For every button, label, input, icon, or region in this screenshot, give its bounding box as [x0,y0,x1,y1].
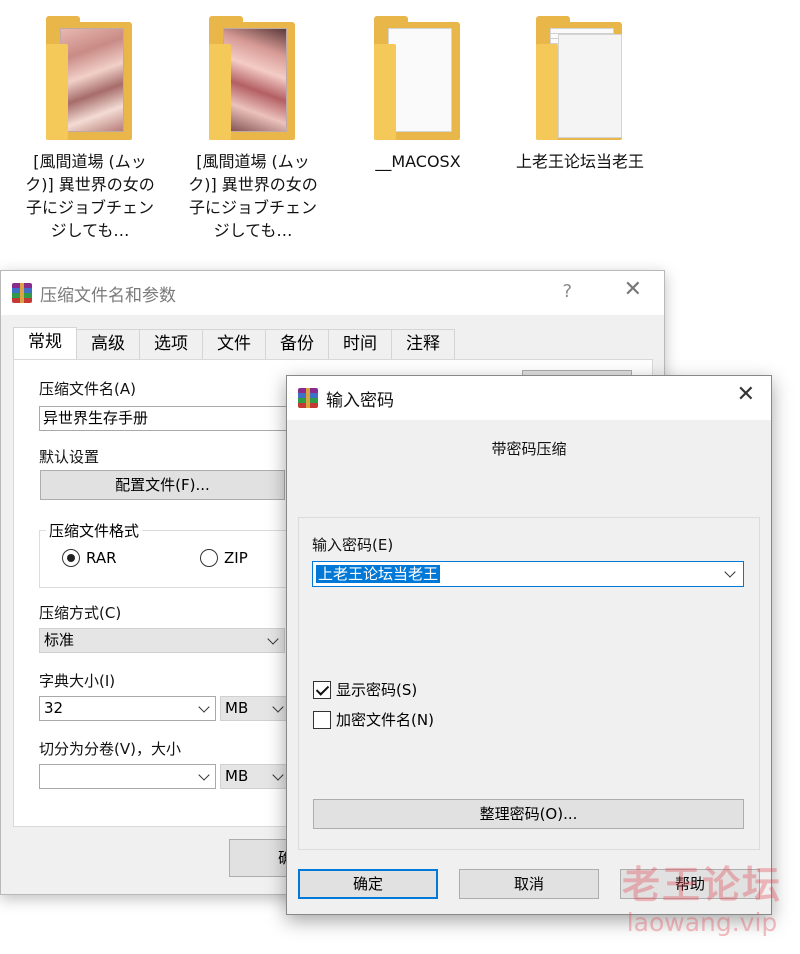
dictionary-unit-select[interactable]: MB [220,696,290,721]
format-zip-radio[interactable]: ZIP [200,549,248,567]
tab-options[interactable]: 选项 [139,329,203,359]
encrypt-filenames-label: 加密文件名(N) [336,711,434,729]
chevron-down-icon [198,769,210,781]
folder-icon [368,14,468,144]
folder-label: [風間道場 (ムック)] 異世界の女の子にジョブチェンジしても… [188,152,318,240]
dictionary-unit-value: MB [225,699,249,717]
password-label: 输入密码(E) [312,536,394,554]
desktop-folder[interactable]: 上老王论坛当老王 [515,14,645,173]
dictionary-size-label: 字典大小(I) [39,672,116,690]
organize-passwords-button[interactable]: 整理密码(O)... [313,799,744,829]
watermark-en: laowang.vip [626,908,778,937]
tab-bar: 常规 高级 选项 文件 备份 时间 注释 [13,327,455,360]
radio-selected-icon [62,549,80,567]
compression-method-label: 压缩方式(C) [39,604,122,622]
split-volumes-label: 切分为分卷(V)，大小 [39,740,181,758]
password-input[interactable]: 上老王论坛当老王 [312,561,744,587]
folder-icon [40,14,140,144]
show-password-checkbox[interactable]: 显示密码(S) [313,679,417,700]
chevron-down-icon [272,701,284,713]
dialog-titlebar[interactable]: 压缩文件名和参数 ? ✕ [1,271,664,315]
desktop-folder[interactable]: [風間道場 (ムック)] 異世界の女の子にジョブチェンジしても… [25,14,155,242]
ok-button[interactable]: 确定 [298,869,438,899]
split-unit-select[interactable]: MB [220,764,290,789]
radio-unselected-icon [200,549,218,567]
dialog-title: 输入密码 [326,390,394,411]
dictionary-size-select[interactable]: 32 [39,696,216,721]
tab-advanced[interactable]: 高级 [76,329,140,359]
enter-password-dialog: 输入密码 ✕ 带密码压缩 输入密码(E) 上老王论坛当老王 显示密码(S) 加密… [286,375,772,915]
archive-name-label: 压缩文件名(A) [39,380,136,398]
desktop-folder[interactable]: __MACOSX [353,14,483,173]
dialog-titlebar[interactable]: 输入密码 ✕ [287,376,771,420]
chevron-down-icon [198,701,210,713]
profiles-button[interactable]: 配置文件(F)... [40,470,285,500]
compression-method-value: 标准 [44,631,75,649]
dialog-title: 压缩文件名和参数 [40,285,176,306]
close-icon[interactable]: ✕ [737,382,755,407]
folder-label: __MACOSX [375,152,461,171]
desktop-folder[interactable]: [風間道場 (ムック)] 異世界の女の子にジョブチェンジしても… [188,14,318,242]
help-icon[interactable]: ? [562,281,572,302]
winrar-icon [298,388,318,408]
dialog-caption: 带密码压缩 [491,440,567,458]
tab-files[interactable]: 文件 [202,329,266,359]
encrypt-filenames-checkbox[interactable]: 加密文件名(N) [313,709,434,730]
archive-format-label: 压缩文件格式 [46,520,143,541]
checkbox-unchecked-icon [313,710,331,729]
checkbox-checked-icon [313,680,331,699]
close-icon[interactable]: ✕ [624,277,642,302]
chevron-down-icon[interactable] [724,566,736,578]
default-settings-label: 默认设置 [39,448,100,466]
folder-label: [風間道場 (ムック)] 異世界の女の子にジョブチェンジしても… [25,152,155,240]
dictionary-size-value: 32 [44,699,64,717]
password-value: 上老王论坛当老王 [316,565,441,583]
tab-backup[interactable]: 备份 [265,329,329,359]
split-volumes-select[interactable] [39,764,216,789]
folder-icon [530,14,630,144]
chevron-down-icon [272,769,284,781]
folder-label: 上老王论坛当老王 [515,152,644,171]
archive-name-input[interactable]: 异世界生存手册 [39,406,299,431]
tab-general[interactable]: 常规 [13,327,77,360]
archive-format-group: 压缩文件格式 RAR ZIP [39,520,299,588]
format-rar-label: RAR [86,549,117,567]
show-password-label: 显示密码(S) [336,681,418,699]
tab-time[interactable]: 时间 [328,329,392,359]
compression-method-select[interactable]: 标准 [39,628,285,653]
format-rar-radio[interactable]: RAR [62,549,117,567]
watermark: 老王论坛 laowang.vip [612,862,792,938]
tab-comment[interactable]: 注释 [391,329,455,359]
split-unit-value: MB [225,767,249,785]
cancel-button[interactable]: 取消 [459,869,599,899]
folder-icon [203,14,303,144]
watermark-cn: 老王论坛 [621,863,782,907]
winrar-icon [12,283,32,303]
format-zip-label: ZIP [224,549,248,567]
chevron-down-icon [267,633,279,645]
